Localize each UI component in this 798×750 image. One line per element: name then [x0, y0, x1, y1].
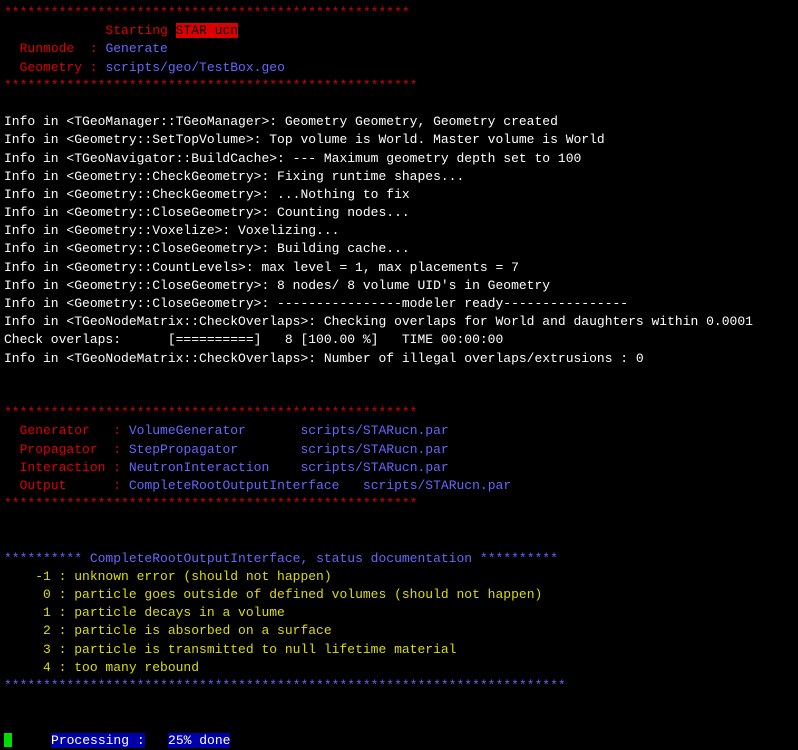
- app-name: STAR ucn: [176, 23, 238, 38]
- info-line: Info in <Geometry::SetTopVolume>: Top vo…: [4, 131, 794, 149]
- info-line: Info in <TGeoNodeMatrix::CheckOverlaps>:…: [4, 313, 794, 331]
- info-line: Info in <TGeoNavigator::BuildCache>: ---…: [4, 150, 794, 168]
- info-line: Info in <Geometry::Voxelize>: Voxelizing…: [4, 222, 794, 240]
- config-generator-line: Generator : VolumeGenerator scripts/STAR…: [4, 422, 794, 440]
- progress-line: Processing : 25% done: [4, 732, 794, 750]
- status-doc-header: ********** CompleteRootOutputInterface, …: [4, 550, 794, 568]
- info-line: Info in <Geometry::CloseGeometry>: Count…: [4, 204, 794, 222]
- progress-label: Processing :: [51, 733, 145, 748]
- status-code-line: 0 : particle goes outside of defined vol…: [4, 586, 794, 604]
- info-line: Info in <Geometry::CloseGeometry>: 8 nod…: [4, 277, 794, 295]
- header-runmode-line: Runmode : Generate: [4, 40, 794, 58]
- header-starting-line: Starting STAR ucn: [4, 22, 794, 40]
- info-line: Info in <TGeoManager::TGeoManager>: Geom…: [4, 113, 794, 131]
- status-code-line: 4 : too many rebound: [4, 659, 794, 677]
- config-interaction-line: Interaction : NeutronInteraction scripts…: [4, 459, 794, 477]
- status-code-line: -1 : unknown error (should not happen): [4, 568, 794, 586]
- info-line: Check overlaps: [==========] 8 [100.00 %…: [4, 331, 794, 349]
- header-stars-top: ****************************************…: [4, 4, 794, 22]
- terminal-cursor: [4, 733, 12, 747]
- header-geometry-line: Geometry : scripts/geo/TestBox.geo: [4, 59, 794, 77]
- config-output-line: Output : CompleteRootOutputInterface scr…: [4, 477, 794, 495]
- info-line: Info in <Geometry::CloseGeometry>: -----…: [4, 295, 794, 313]
- info-line: Info in <Geometry::CloseGeometry>: Build…: [4, 240, 794, 258]
- info-line: Info in <Geometry::CountLevels>: max lev…: [4, 259, 794, 277]
- header-stars-bottom: ****************************************…: [4, 77, 794, 95]
- info-line: Info in <Geometry::CheckGeometry>: ...No…: [4, 186, 794, 204]
- progress-value: 25% done: [168, 733, 230, 748]
- info-line: Info in <TGeoNodeMatrix::CheckOverlaps>:…: [4, 350, 794, 368]
- status-doc-stars-bottom: ****************************************…: [4, 677, 794, 695]
- config-stars-top: ****************************************…: [4, 404, 794, 422]
- info-line: Info in <Geometry::CheckGeometry>: Fixin…: [4, 168, 794, 186]
- config-stars-bottom: ****************************************…: [4, 495, 794, 513]
- status-code-line: 1 : particle decays in a volume: [4, 604, 794, 622]
- config-propagator-line: Propagator : StepPropagator scripts/STAR…: [4, 441, 794, 459]
- status-code-line: 2 : particle is absorbed on a surface: [4, 622, 794, 640]
